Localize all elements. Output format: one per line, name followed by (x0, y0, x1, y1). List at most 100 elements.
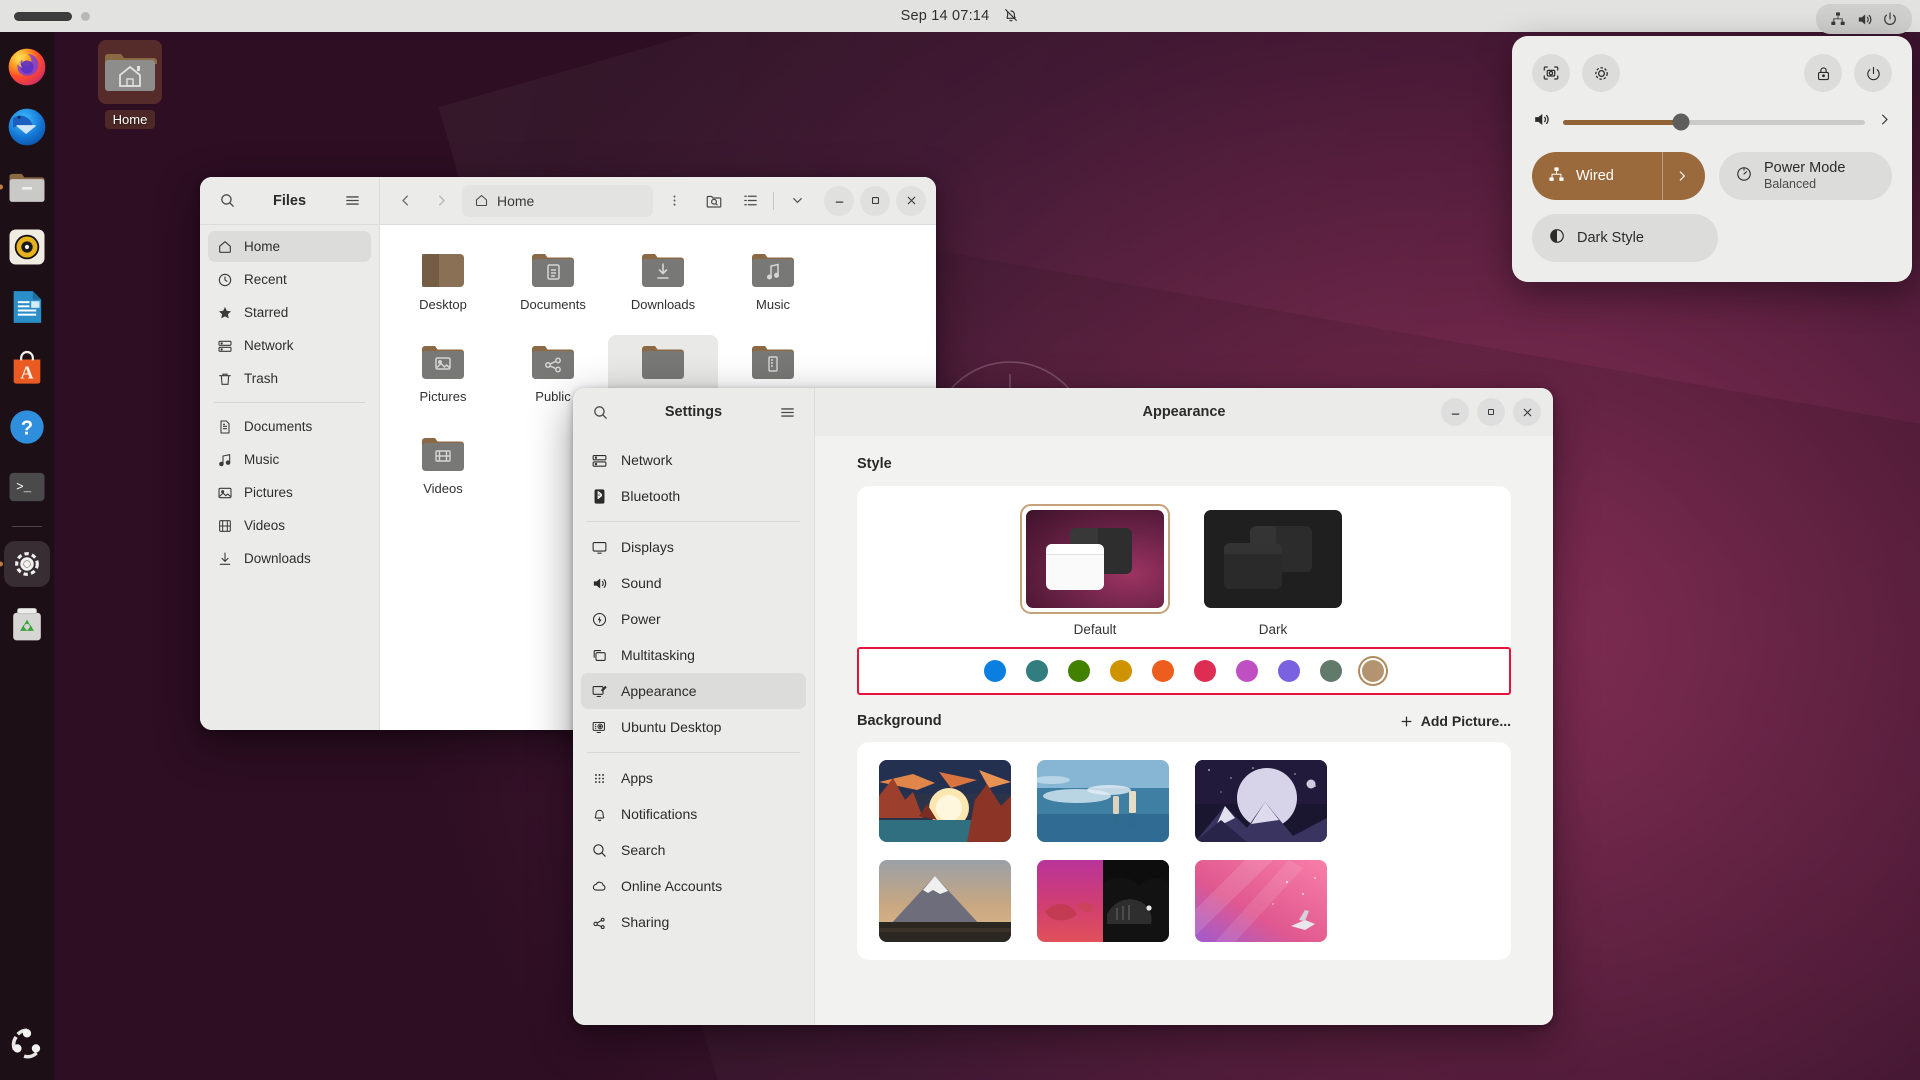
file-item-pictures[interactable]: Pictures (388, 335, 498, 427)
accent-color-slate[interactable] (1320, 660, 1342, 682)
quick-settings-panel[interactable]: Wired Power Mode Balanced Dark Style (1512, 36, 1912, 282)
settings-window[interactable]: Settings Appearance Network Bluetooth Di… (573, 388, 1553, 1025)
network-tile[interactable]: Wired (1532, 152, 1705, 200)
style-thumb-ring[interactable] (1198, 504, 1348, 614)
volume-slider-row[interactable] (1532, 110, 1892, 134)
style-option-default[interactable]: Default (1020, 504, 1170, 637)
search-icon[interactable] (212, 186, 242, 216)
sidebar-item-starred[interactable]: Starred (208, 297, 371, 328)
accent-color-blue[interactable] (984, 660, 1006, 682)
folder-search-icon[interactable] (699, 186, 729, 216)
chevron-right-icon[interactable] (1877, 112, 1892, 132)
sidebar-item-search[interactable]: Search (581, 832, 806, 868)
sidebar-item-home[interactable]: Home (208, 231, 371, 262)
style-option-dark[interactable]: Dark (1198, 504, 1348, 637)
power-mode-tile[interactable]: Power Mode Balanced (1719, 152, 1892, 200)
dock-item-files[interactable] (4, 164, 50, 210)
sidebar-item-network[interactable]: Network (208, 330, 371, 361)
dock-item-trash[interactable] (4, 601, 50, 647)
accent-color-purple[interactable] (1278, 660, 1300, 682)
list-view-icon[interactable] (735, 186, 765, 216)
search-icon[interactable] (585, 397, 615, 427)
accent-color-green[interactable] (1068, 660, 1090, 682)
wallpaper-mount-fuji[interactable] (879, 860, 1011, 942)
clock-area[interactable]: Sep 14 07:14 (0, 7, 1920, 26)
sidebar-item-downloads[interactable]: Downloads (208, 543, 371, 574)
volume-slider[interactable] (1563, 113, 1865, 131)
file-item-desktop[interactable]: Desktop (388, 243, 498, 335)
wallpaper-sea-pillars[interactable] (1037, 760, 1169, 842)
close-icon[interactable] (896, 185, 926, 216)
file-item-documents[interactable]: Documents (498, 243, 608, 335)
dock-item-terminal[interactable]: >_ (4, 464, 50, 510)
sidebar-item-power[interactable]: Power (581, 601, 806, 637)
chevron-left-icon[interactable] (390, 186, 420, 216)
sidebar-item-videos[interactable]: Videos (208, 510, 371, 541)
sidebar-item-music[interactable]: Music (208, 444, 371, 475)
file-item-music[interactable]: Music (718, 243, 828, 335)
kebab-menu-icon[interactable] (659, 186, 689, 216)
file-item-downloads[interactable]: Downloads (608, 243, 718, 335)
sidebar-item-multitasking[interactable]: Multitasking (581, 637, 806, 673)
volume-slider-knob[interactable] (1672, 113, 1690, 131)
sidebar-item-trash[interactable]: Trash (208, 363, 371, 394)
wallpaper-numbat-dark[interactable] (1037, 860, 1169, 942)
dock-item-help[interactable]: ? (4, 404, 50, 450)
sidebar-item-documents[interactable]: Documents (208, 411, 371, 442)
chevron-down-icon[interactable] (782, 186, 812, 216)
volume-icon[interactable] (1851, 7, 1877, 31)
hamburger-icon[interactable] (337, 186, 367, 216)
dock-item-firefox[interactable] (4, 44, 50, 90)
sidebar-item-recent[interactable]: Recent (208, 264, 371, 295)
file-item-videos[interactable]: Videos (388, 427, 498, 519)
lock-icon[interactable] (1804, 54, 1842, 92)
accent-color-bark[interactable] (1362, 660, 1384, 682)
bell-muted-icon[interactable] (1003, 7, 1019, 26)
sidebar-item-ubuntu-desktop[interactable]: Ubuntu Desktop (581, 709, 806, 745)
minimize-icon[interactable] (1441, 398, 1469, 426)
accent-color-yellow[interactable] (1110, 660, 1132, 682)
chevron-right-icon[interactable] (1662, 152, 1689, 200)
sidebar-item-appearance[interactable]: Appearance (581, 673, 806, 709)
wallpaper-pink-jet[interactable] (1195, 860, 1327, 942)
sidebar-item-apps[interactable]: Apps (581, 760, 806, 796)
system-tray[interactable] (1816, 4, 1912, 34)
sidebar-item-displays[interactable]: Displays (581, 529, 806, 565)
accent-color-pink[interactable] (1194, 660, 1216, 682)
wallpaper-moon-mountains[interactable] (1195, 760, 1327, 842)
maximize-icon[interactable] (860, 185, 890, 216)
gear-icon[interactable] (1582, 54, 1620, 92)
files-path-bar[interactable]: Home (462, 184, 653, 217)
volume-icon[interactable] (1532, 110, 1551, 134)
power-icon[interactable] (1877, 7, 1903, 31)
wallpaper-canyon-sunset[interactable] (879, 760, 1011, 842)
sidebar-item-network[interactable]: Network (581, 442, 806, 478)
sidebar-item-sharing[interactable]: Sharing (581, 904, 806, 940)
power-icon[interactable] (1854, 54, 1892, 92)
minimize-icon[interactable] (824, 185, 854, 216)
sidebar-item-bluetooth[interactable]: Bluetooth (581, 478, 806, 514)
network-wired-icon[interactable] (1825, 7, 1851, 31)
dock-item-rhythmbox[interactable] (4, 224, 50, 270)
accent-color-row-highlighted[interactable] (857, 647, 1511, 695)
chevron-right-icon[interactable] (426, 186, 456, 216)
dark-style-tile[interactable]: Dark Style (1532, 214, 1718, 262)
sidebar-item-sound[interactable]: Sound (581, 565, 806, 601)
maximize-icon[interactable] (1477, 398, 1505, 426)
sidebar-item-notifications[interactable]: Notifications (581, 796, 806, 832)
style-thumb-selected-ring[interactable] (1020, 504, 1170, 614)
add-picture-button[interactable]: Add Picture... (1399, 713, 1511, 729)
accent-color-orange[interactable] (1152, 660, 1174, 682)
dock-item-thunderbird[interactable] (4, 104, 50, 150)
dock-item-settings[interactable] (4, 541, 50, 587)
dock-item-libreoffice-writer[interactable] (4, 284, 50, 330)
sidebar-item-pictures[interactable]: Pictures (208, 477, 371, 508)
clock-label[interactable]: Sep 14 07:14 (901, 8, 990, 24)
accent-color-magenta[interactable] (1236, 660, 1258, 682)
show-applications-button[interactable] (4, 1020, 50, 1066)
desktop-icon-home[interactable]: Home (84, 40, 176, 129)
screenshot-icon[interactable] (1532, 54, 1570, 92)
sidebar-item-online-accounts[interactable]: Online Accounts (581, 868, 806, 904)
dock-item-ubuntu-software[interactable]: A (4, 344, 50, 390)
close-icon[interactable] (1513, 398, 1541, 426)
